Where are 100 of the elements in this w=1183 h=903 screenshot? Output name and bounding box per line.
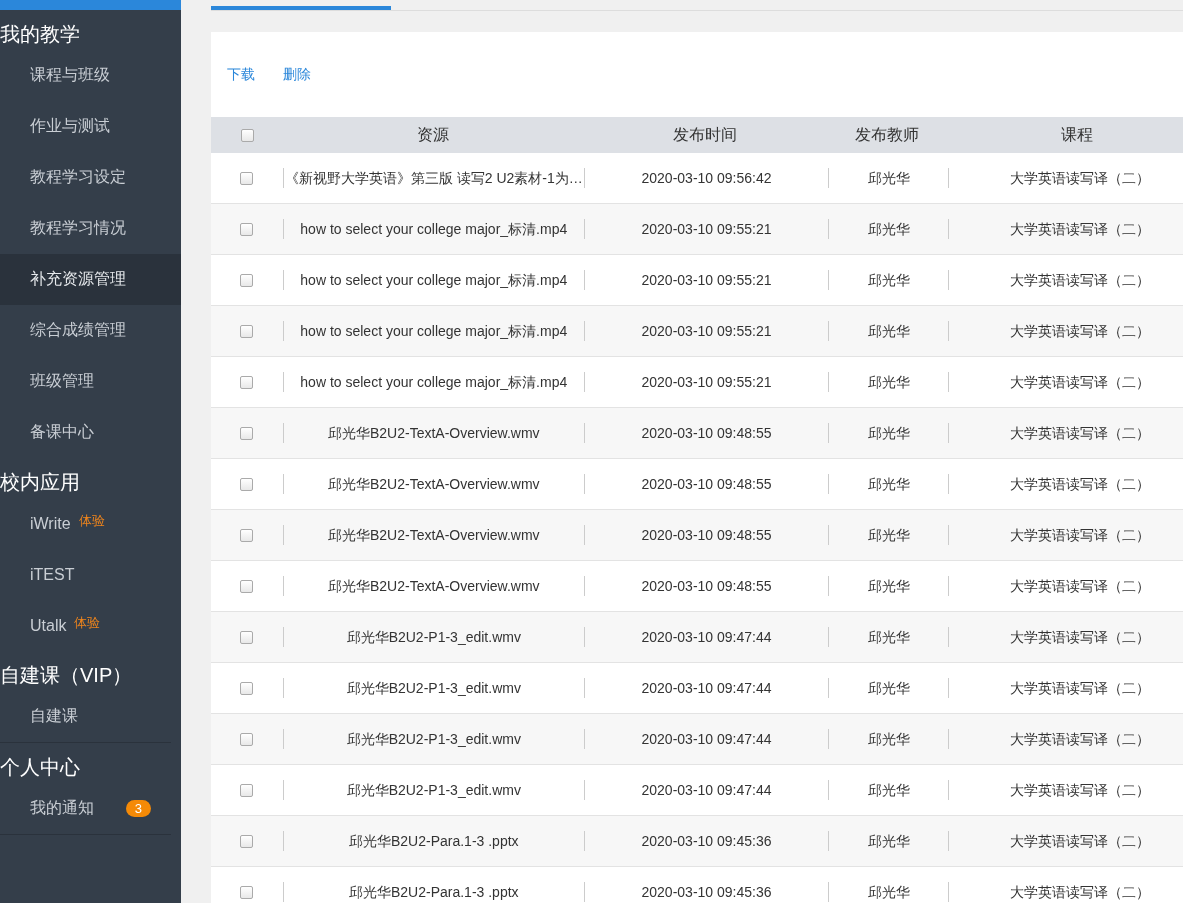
sidebar-item[interactable]: 班级管理 <box>0 356 181 407</box>
teacher-name: 邱光华 <box>867 832 910 851</box>
teacher-name: 邱光华 <box>867 730 910 749</box>
section-title: 个人中心 <box>0 755 81 780</box>
teacher-name: 邱光华 <box>867 373 910 392</box>
publish-time: 2020-03-10 09:48:55 <box>641 424 772 443</box>
row-checkbox[interactable] <box>240 171 254 185</box>
course-name: 大学英语读写译（二） <box>1010 475 1151 494</box>
publish-time: 2020-03-10 09:56:42 <box>641 169 772 188</box>
row-checkbox[interactable] <box>240 681 254 695</box>
teacher-name: 邱光华 <box>867 475 910 494</box>
resource-name: 邱光华B2U2-TextA-Overview.wmv <box>327 526 540 545</box>
sidebar-item-label: 教程学习设定 <box>30 167 126 187</box>
column-header: 发布教师 <box>854 125 919 145</box>
trial-tag: 体验 <box>74 614 101 632</box>
teacher-name: 邱光华 <box>867 526 910 545</box>
course-name: 大学英语读写译（二） <box>1010 577 1151 596</box>
row-checkbox[interactable] <box>240 324 254 338</box>
sidebar-item[interactable]: 我的通知 3 <box>0 783 171 834</box>
sidebar-item-label: 班级管理 <box>30 371 94 391</box>
row-checkbox[interactable] <box>240 273 254 287</box>
publish-time: 2020-03-10 09:48:55 <box>641 475 772 494</box>
resource-name: how to select your college major_标清.mp4 <box>300 373 568 392</box>
teacher-name: 邱光华 <box>867 679 910 698</box>
resource-name: 邱光华B2U2-TextA-Overview.wmv <box>327 577 540 596</box>
row-checkbox[interactable] <box>240 528 254 542</box>
row-checkbox[interactable] <box>240 579 254 593</box>
teacher-name: 邱光华 <box>867 271 910 290</box>
resource-name: 邱光华B2U2-Para.1-3 .pptx <box>348 832 519 851</box>
row-checkbox[interactable] <box>240 477 254 491</box>
teacher-name: 邱光华 <box>867 424 910 443</box>
sidebar-item-label: 自建课 <box>30 706 78 726</box>
sidebar-item-label: iWrite <box>30 514 71 533</box>
publish-time: 2020-03-10 09:55:21 <box>641 322 772 341</box>
resource-name: 邱光华B2U2-P1-3_edit.wmv <box>346 781 521 800</box>
course-name: 大学英语读写译（二） <box>1010 679 1151 698</box>
sidebar-item[interactable]: iWrite 体验 <box>0 498 181 549</box>
sidebar-item[interactable]: 教程学习设定 <box>0 152 181 203</box>
teacher-name: 邱光华 <box>867 322 910 341</box>
resource-name: 《新视野大学英语》第三版 读写2 U2素材-1为… <box>284 169 583 188</box>
sidebar-item[interactable]: 教程学习情况 <box>0 203 181 254</box>
sidebar-item[interactable]: 备课中心 <box>0 407 181 458</box>
sidebar-item-label: Utalk <box>30 616 67 635</box>
resource-name: 邱光华B2U2-TextA-Overview.wmv <box>327 424 540 443</box>
sidebar-item-label: 作业与测试 <box>30 116 110 136</box>
sidebar-item[interactable]: 自建课 <box>0 691 181 742</box>
publish-time: 2020-03-10 09:47:44 <box>641 730 772 749</box>
resource-name: how to select your college major_标清.mp4 <box>300 271 568 290</box>
sidebar-item[interactable]: Utalk 体验 <box>0 600 181 651</box>
count-badge: 3 <box>125 800 151 817</box>
trial-tag: 体验 <box>78 512 105 530</box>
sidebar-item[interactable]: 课程与班级 <box>0 50 181 101</box>
course-name: 大学英语读写译（二） <box>1010 424 1151 443</box>
row-checkbox[interactable] <box>240 630 254 644</box>
sidebar-item[interactable]: 补充资源管理 <box>0 254 181 305</box>
section-title: 校内应用 <box>0 470 81 495</box>
teacher-name: 邱光华 <box>867 577 910 596</box>
publish-time: 2020-03-10 09:55:21 <box>641 220 772 239</box>
course-name: 大学英语读写译（二） <box>1010 373 1151 392</box>
sidebar-item[interactable]: iTEST <box>0 549 181 600</box>
section-title: 我的教学 <box>0 22 81 47</box>
sidebar-item-label: 教程学习情况 <box>30 218 126 238</box>
course-name: 大学英语读写译（二） <box>1010 271 1151 290</box>
select-all-checkbox[interactable] <box>240 128 254 142</box>
sidebar-item-label: 课程与班级 <box>30 65 110 85</box>
sidebar-item[interactable]: 综合成绩管理 <box>0 305 181 356</box>
teacher-name: 邱光华 <box>867 883 910 902</box>
row-checkbox[interactable] <box>240 732 254 746</box>
action-link[interactable]: 下载 <box>227 65 255 84</box>
action-link[interactable]: 删除 <box>283 65 311 84</box>
teacher-name: 邱光华 <box>867 781 910 800</box>
sidebar-item[interactable]: 作业与测试 <box>0 101 181 152</box>
teacher-name: 邱光华 <box>867 169 910 188</box>
course-name: 大学英语读写译（二） <box>1010 322 1151 341</box>
publish-time: 2020-03-10 09:55:21 <box>641 373 772 392</box>
publish-time: 2020-03-10 09:55:21 <box>641 271 772 290</box>
course-name: 大学英语读写译（二） <box>1010 526 1151 545</box>
resource-name: how to select your college major_标清.mp4 <box>300 322 568 341</box>
course-name: 大学英语读写译（二） <box>1010 781 1151 800</box>
row-checkbox[interactable] <box>240 783 254 797</box>
resource-name: 邱光华B2U2-Para.1-3 .pptx <box>348 883 519 902</box>
publish-time: 2020-03-10 09:48:55 <box>641 577 772 596</box>
resource-name: 邱光华B2U2-P1-3_edit.wmv <box>346 679 521 698</box>
row-checkbox[interactable] <box>240 834 254 848</box>
row-checkbox[interactable] <box>240 222 254 236</box>
row-checkbox[interactable] <box>240 885 254 899</box>
sidebar-item-label: 补充资源管理 <box>30 269 126 289</box>
column-header: 资源 <box>417 125 449 145</box>
sidebar-item-label: 我的通知 <box>30 798 94 818</box>
row-checkbox[interactable] <box>240 426 254 440</box>
course-name: 大学英语读写译（二） <box>1010 628 1151 647</box>
resource-name: 邱光华B2U2-TextA-Overview.wmv <box>327 475 540 494</box>
course-name: 大学英语读写译（二） <box>1010 169 1151 188</box>
publish-time: 2020-03-10 09:48:55 <box>641 526 772 545</box>
course-name: 大学英语读写译（二） <box>1010 883 1151 902</box>
course-name: 大学英语读写译（二） <box>1010 832 1151 851</box>
column-header: 发布时间 <box>673 125 737 145</box>
row-checkbox[interactable] <box>240 375 254 389</box>
sidebar-item-label: 综合成绩管理 <box>30 320 126 340</box>
teacher-name: 邱光华 <box>867 628 910 647</box>
